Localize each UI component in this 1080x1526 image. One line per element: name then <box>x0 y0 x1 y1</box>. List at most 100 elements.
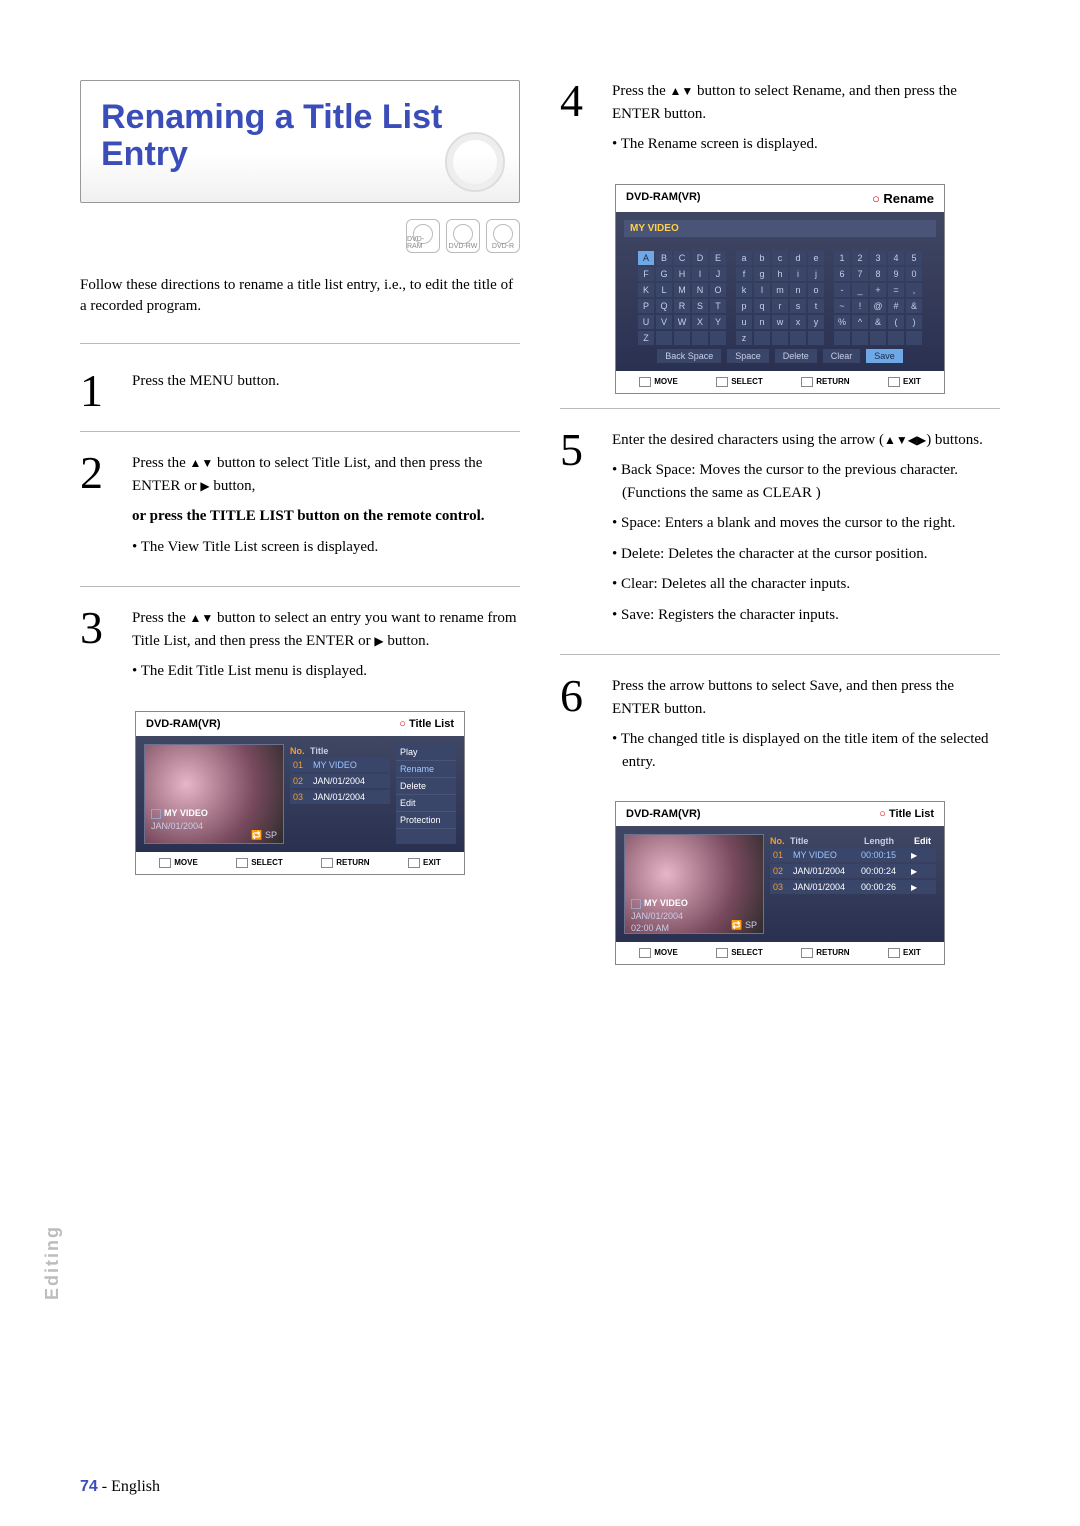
key: L <box>656 283 672 297</box>
key: a <box>736 251 752 265</box>
step-text: Press the ▲▼ button to select an entry y… <box>132 607 520 652</box>
key: h <box>772 267 788 281</box>
key: i <box>790 267 806 281</box>
disc-icon: DVD-RW <box>446 219 480 253</box>
key: % <box>834 315 850 329</box>
screen-header-right: Title List <box>399 718 454 730</box>
key: q <box>754 299 770 313</box>
key: H <box>674 267 690 281</box>
key: V <box>656 315 672 329</box>
key <box>790 331 806 345</box>
table-row: 02JAN/01/200400:00:24 <box>770 864 936 878</box>
keyboard-group: ABCDEFGHIJKLMNOPQRSTUVWXYZ <box>638 251 726 345</box>
step-text: Press the ▲▼ button to select Title List… <box>132 452 520 497</box>
menu-item: Play <box>396 744 456 761</box>
key: o <box>808 283 824 297</box>
key: B <box>656 251 672 265</box>
key: N <box>692 283 708 297</box>
step-bullet: Back Space: Moves the cursor to the prev… <box>612 459 1000 504</box>
key: G <box>656 267 672 281</box>
step-number: 5 <box>560 429 596 635</box>
step-4: 4 Press the ▲▼ button to select Rename, … <box>560 80 1000 164</box>
key <box>674 331 690 345</box>
thumb-sp: 🔁 SP <box>731 920 757 931</box>
key: Q <box>656 299 672 313</box>
key: E <box>710 251 726 265</box>
key: d <box>790 251 806 265</box>
menu-item: Protection <box>396 812 456 829</box>
key: @ <box>870 299 886 313</box>
key: + <box>870 283 886 297</box>
screen-header-left: DVD-RAM(VR) <box>626 191 701 206</box>
key: ~ <box>834 299 850 313</box>
step-number: 6 <box>560 675 596 781</box>
foot-hint: MOVE <box>639 948 678 958</box>
disc-icon-row: DVD-RAM DVD-RW DVD-R <box>80 219 520 253</box>
key: 3 <box>870 251 886 265</box>
foot-hint: RETURN <box>321 858 369 868</box>
key: S <box>692 299 708 313</box>
key: T <box>710 299 726 313</box>
foot-hint: SELECT <box>716 377 763 387</box>
foot-hint: MOVE <box>159 858 198 868</box>
screen-thumbnail: MY VIDEO JAN/01/2004 🔁 SP <box>144 744 284 844</box>
key: r <box>772 299 788 313</box>
key <box>870 331 886 345</box>
step-text: Enter the desired characters using the a… <box>612 429 1000 452</box>
key: f <box>736 267 752 281</box>
key: U <box>638 315 654 329</box>
col-len: Length <box>864 836 910 846</box>
key: Y <box>710 315 726 329</box>
kb-save: Save <box>866 349 903 363</box>
key <box>834 331 850 345</box>
key: C <box>674 251 690 265</box>
page-title-block: Renaming a Title List Entry <box>80 80 520 203</box>
step-6: 6 Press the arrow buttons to select Save… <box>560 675 1000 781</box>
key: y <box>808 315 824 329</box>
step-text: Press the ▲▼ button to select Rename, an… <box>612 80 1000 125</box>
key: A <box>638 251 654 265</box>
foot-hint: EXIT <box>888 377 921 387</box>
section-tab: Editing <box>42 1225 63 1300</box>
key: u <box>736 315 752 329</box>
step-bullet: The View Title List screen is displayed. <box>132 536 520 559</box>
key: 1 <box>834 251 850 265</box>
key <box>754 331 770 345</box>
screen-rename: DVD-RAM(VR) Rename MY VIDEO ABCDEFGHIJKL… <box>615 184 945 394</box>
key <box>888 331 904 345</box>
foot-hint: RETURN <box>801 948 849 958</box>
key <box>772 331 788 345</box>
key: t <box>808 299 824 313</box>
key: p <box>736 299 752 313</box>
menu-item: Edit <box>396 795 456 812</box>
key: & <box>906 299 922 313</box>
thumb-label: MY VIDEO <box>151 808 208 819</box>
screen-table: No. Title Length Edit 01MY VIDEO00:00:15… <box>770 834 936 934</box>
key: s <box>790 299 806 313</box>
menu-item: Delete <box>396 778 456 795</box>
key: 5 <box>906 251 922 265</box>
key: 8 <box>870 267 886 281</box>
key: e <box>808 251 824 265</box>
key: W <box>674 315 690 329</box>
foot-hint: SELECT <box>236 858 283 868</box>
key: ( <box>888 315 904 329</box>
screen-thumbnail: MY VIDEO JAN/01/2004 02:00 AM 🔁 SP <box>624 834 764 934</box>
table-row: 01MY VIDEO <box>290 758 390 772</box>
screen-header-right: Rename <box>872 191 934 206</box>
key: # <box>888 299 904 313</box>
screen-footer: MOVE SELECT RETURN EXIT <box>136 852 464 874</box>
disc-icon: DVD-RAM <box>406 219 440 253</box>
step-number: 1 <box>80 370 116 411</box>
step-bold: or press the TITLE LIST button on the re… <box>132 505 520 528</box>
screen-title-list-edit: DVD-RAM(VR) Title List MY VIDEO JAN/01/2… <box>135 711 465 875</box>
key: j <box>808 267 824 281</box>
foot-hint: RETURN <box>801 377 849 387</box>
step-text: Press the arrow buttons to select Save, … <box>612 675 1000 720</box>
keyboard-group: 1234567890-_+=,~!@#&%^&() <box>834 251 922 345</box>
kb-backspace: Back Space <box>657 349 721 363</box>
step-number: 4 <box>560 80 596 164</box>
key: P <box>638 299 654 313</box>
screen-table: No. Title 01MY VIDEO 02JAN/01/2004 03JAN… <box>290 744 390 844</box>
thumb-date: JAN/01/2004 <box>151 821 203 831</box>
